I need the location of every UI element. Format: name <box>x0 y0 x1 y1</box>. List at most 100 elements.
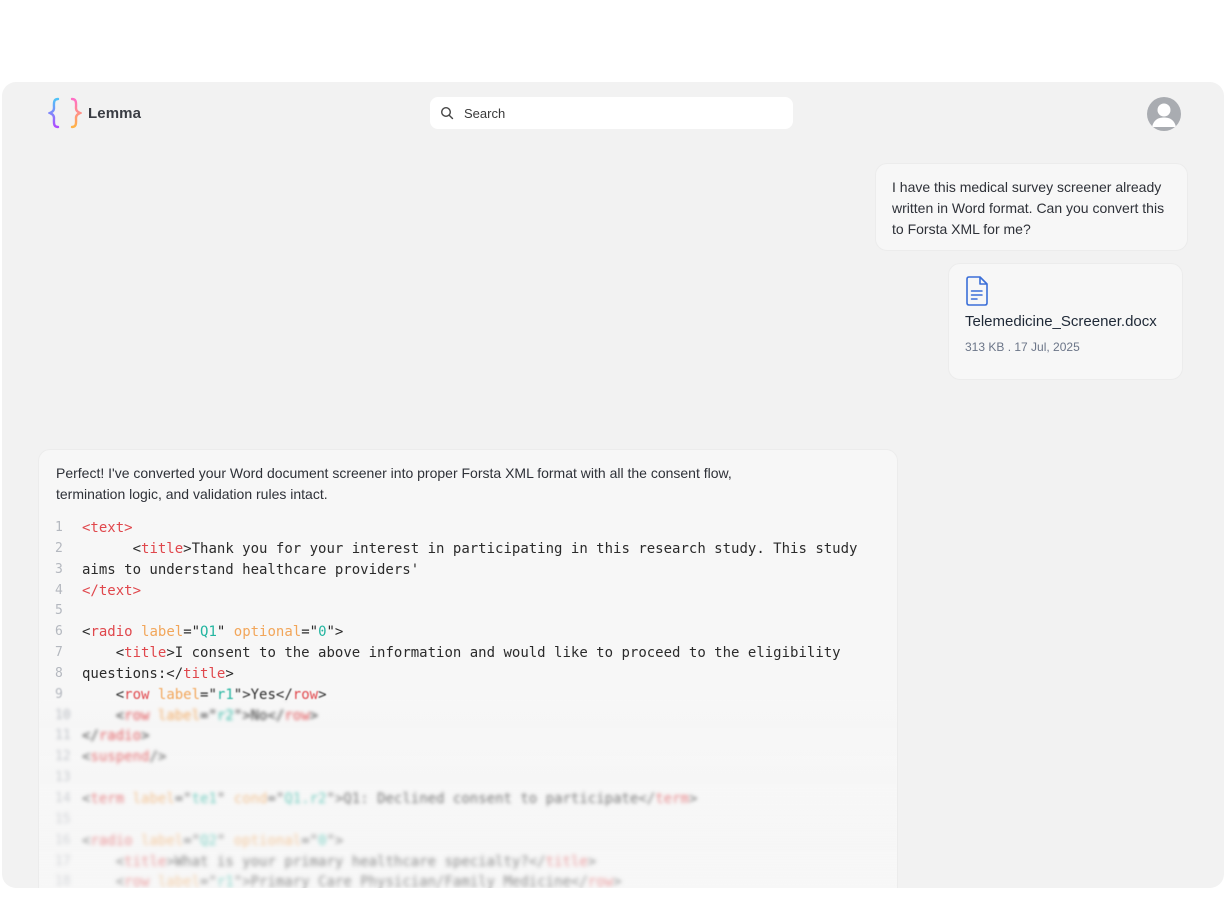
code-tag: radio <box>98 728 142 745</box>
code-tag: radio <box>90 624 133 641</box>
code-text: questions:</title> <box>82 664 234 685</box>
user-message-text: I have this medical survey screener alre… <box>892 179 1165 237</box>
assistant-message-bubble: Perfect! I've converted your Word docume… <box>38 449 898 888</box>
line-number: 4 <box>55 582 63 598</box>
line-number: 12 <box>55 749 71 765</box>
code-tag: radio <box>90 832 133 849</box>
code-line: 1 <text> <box>39 518 897 539</box>
user-avatar-icon <box>1152 103 1176 127</box>
code-plain: " <box>216 832 234 849</box>
code-attribute: label <box>157 707 201 724</box>
line-number: 8 <box>55 665 63 681</box>
attachment-file-name: Telemedicine_Screener.docx <box>965 313 1157 330</box>
code-plain <box>133 833 141 849</box>
line-number: 18 <box>55 874 71 888</box>
code-text: <title>Thank you for your interest in pa… <box>82 539 858 560</box>
code-plain: ">Q1: Declined consent to participate</ <box>326 790 656 807</box>
code-value: Q1 <box>200 624 217 641</box>
code-text: aims to understand healthcare providers' <box>82 560 419 581</box>
code-plain <box>149 874 157 888</box>
line-number: 10 <box>55 707 71 723</box>
line-number: 14 <box>55 790 71 806</box>
code-text: <suspend/> <box>82 747 166 768</box>
search-input[interactable] <box>464 105 764 121</box>
code-attribute: label <box>141 832 184 849</box>
code-plain: =" <box>174 790 192 807</box>
code-tag: row <box>124 686 150 703</box>
code-plain: > <box>318 686 327 703</box>
code-text: <title>What is your primary healthcare s… <box>82 852 597 873</box>
code-line: 12 <suspend/> <box>39 747 897 768</box>
code-plain: "> <box>326 624 344 641</box>
code-value: r2 <box>216 707 234 724</box>
code-value: 0 <box>318 624 327 641</box>
code-line: 17 <title>What is your primary healthcar… <box>39 852 897 873</box>
code-text: <row label="r1">Primary Care Physician/F… <box>82 872 622 888</box>
code-line: 2 <title>Thank you for your interest in … <box>39 539 897 560</box>
code-text: </radio> <box>82 726 149 747</box>
code-value: Q1.r2 <box>284 790 327 807</box>
code-line: 8 questions:</title> <box>39 664 897 685</box>
code-plain: =" <box>183 832 201 849</box>
code-plain <box>149 687 157 703</box>
line-number: 7 <box>55 645 63 661</box>
code-plain: ">Yes</ <box>233 686 293 703</box>
code-text: <radio label="Q1" optional="0"> <box>82 622 343 643</box>
code-plain: < <box>82 540 142 557</box>
code-tag: suspend <box>90 749 150 766</box>
code-line: 15 <box>39 810 897 831</box>
code-plain: < <box>82 645 125 662</box>
code-line: 10 <row label="r2">No</row> <box>39 706 897 727</box>
code-tag: title <box>141 540 184 557</box>
code-tag: row <box>292 686 319 703</box>
avatar[interactable] <box>1147 97 1181 131</box>
app-logo[interactable]: Lemma <box>48 97 141 129</box>
line-number: 5 <box>55 603 63 619</box>
code-line: 4 </text> <box>39 581 897 602</box>
line-number: 2 <box>55 540 63 556</box>
code-plain <box>124 791 132 807</box>
code-attribute: label <box>132 790 175 807</box>
user-message-bubble: I have this medical survey screener alre… <box>875 163 1188 251</box>
code-plain: "> <box>326 832 344 849</box>
code-line: 9 <row label="r1">Yes</row> <box>39 685 897 706</box>
code-plain: " <box>216 790 234 807</box>
code-plain: aims to understand healthcare providers' <box>82 561 420 578</box>
code-attribute: cond <box>233 790 268 807</box>
line-number: 3 <box>55 561 63 577</box>
line-number: 16 <box>55 832 71 848</box>
document-icon <box>966 276 988 306</box>
code-text: <radio label="Q2" optional="0"> <box>82 831 343 852</box>
code-plain: questions:</ <box>82 665 184 682</box>
code-plain: =" <box>200 874 217 888</box>
code-attribute: label <box>157 686 201 703</box>
code-block: 1 <text> 2 <title>Thank you for your inter… <box>39 518 897 888</box>
code-plain: =" <box>183 624 201 641</box>
code-plain: ">Primary Care Physician/Family Medicine… <box>233 874 588 888</box>
code-plain: =" <box>301 624 319 641</box>
attachment-card[interactable]: Telemedicine_Screener.docx 313 KB . 17 J… <box>948 263 1183 380</box>
line-number: 1 <box>55 520 63 535</box>
code-text: <title>I consent to the above informatio… <box>82 643 841 664</box>
code-line: 16 <radio label="Q2" optional="0"> <box>39 831 897 852</box>
attachment-meta: 313 KB . 17 Jul, 2025 <box>965 340 1080 354</box>
code-plain: ">No</ <box>233 707 285 724</box>
app-window: Lemma I have this medical survey screene… <box>2 82 1224 888</box>
search-icon <box>440 106 454 120</box>
code-plain: </ <box>82 728 99 745</box>
code-line: 6 <radio label="Q1" optional="0"> <box>39 622 897 643</box>
code-plain: =" <box>267 790 285 807</box>
code-line: 13 <box>39 768 897 789</box>
code-plain: < <box>82 707 125 724</box>
code-plain: > <box>688 790 698 807</box>
line-number: 9 <box>55 686 63 702</box>
code-value: Q2 <box>200 832 217 849</box>
search-bar[interactable] <box>430 97 793 129</box>
code-plain: " <box>216 624 234 641</box>
line-number: 6 <box>55 624 63 640</box>
code-tag: <text> <box>82 520 133 536</box>
code-value: r1 <box>216 874 234 888</box>
code-tag: row <box>284 707 310 724</box>
code-tag: term <box>90 790 125 807</box>
code-line: 3 aims to understand healthcare providers… <box>39 560 897 581</box>
